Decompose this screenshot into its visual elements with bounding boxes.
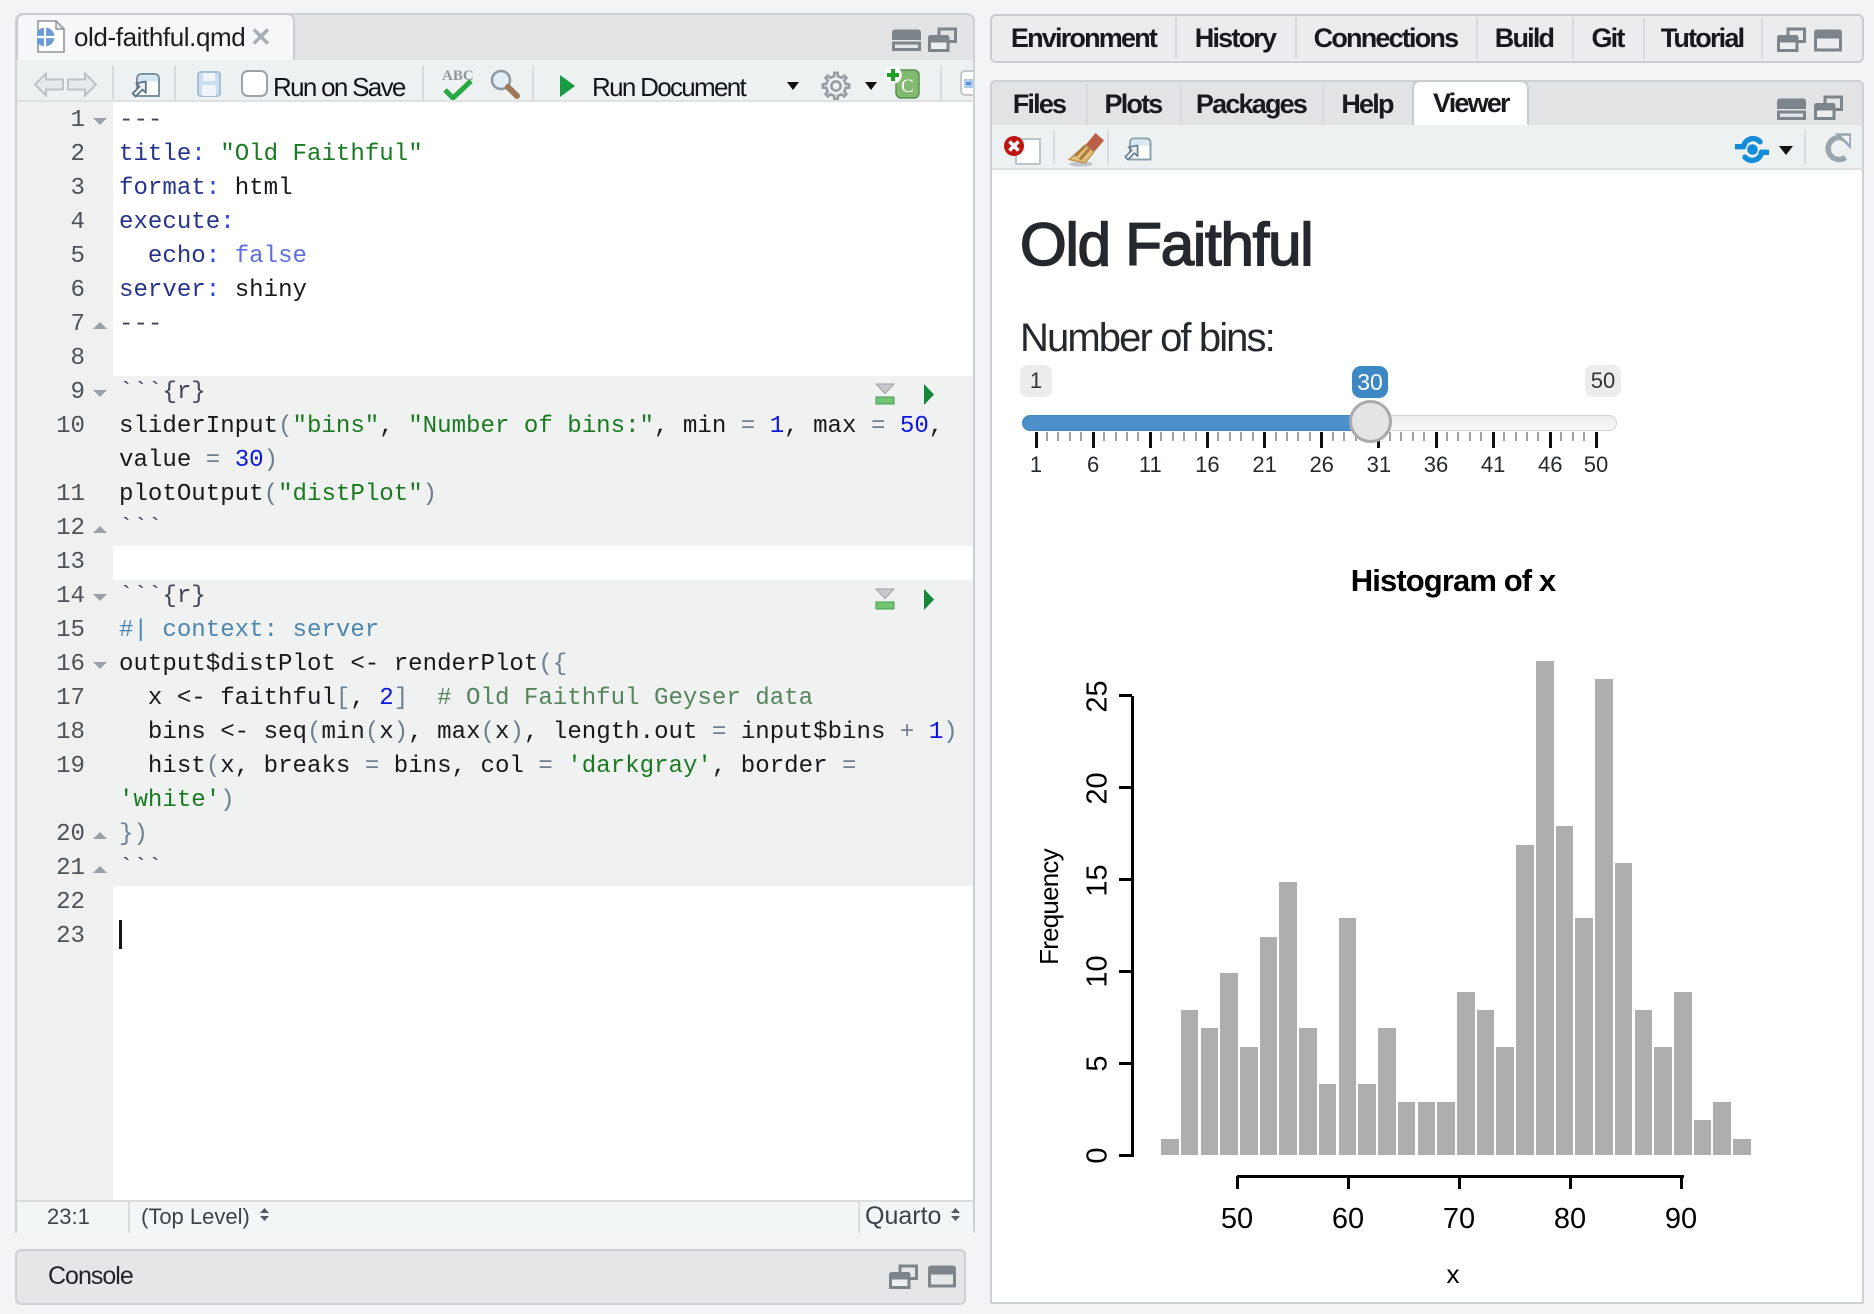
svg-text:C: C (901, 76, 914, 97)
